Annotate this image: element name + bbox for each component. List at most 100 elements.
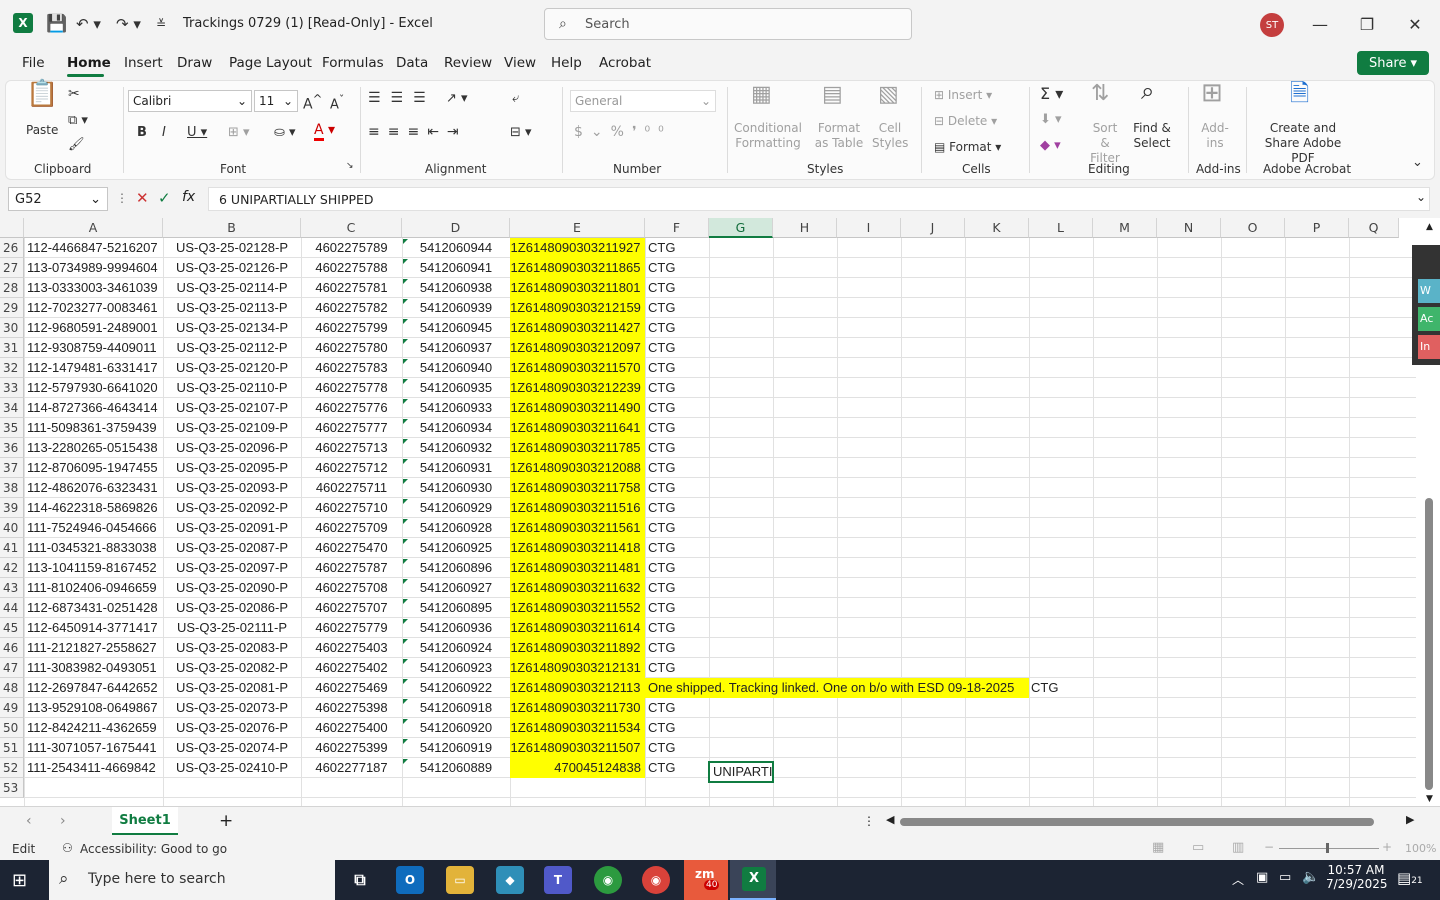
cell-e[interactable]: 1Z6148090303211516 [510, 498, 645, 518]
cell-e[interactable]: 1Z6148090303211614 [510, 618, 645, 638]
cell-a[interactable]: 111-7524946-0454666 [24, 518, 163, 538]
cell-b[interactable]: US-Q3-25-02076-P [163, 718, 301, 738]
cell-d[interactable]: 5412060923 [402, 658, 510, 678]
cell-a[interactable]: 111-5098361-3759439 [24, 418, 163, 438]
cut-icon[interactable]: ✂ [68, 87, 80, 102]
row-header[interactable]: 36 [0, 438, 24, 458]
cell-c[interactable]: 4602277187 [301, 758, 402, 778]
column-header-l[interactable]: L [1029, 218, 1093, 238]
cell-b[interactable]: US-Q3-25-02082-P [163, 658, 301, 678]
delete-cells-button[interactable]: ⊟ Delete ▾ [934, 114, 997, 129]
cell-a[interactable]: 112-6873431-0251428 [24, 598, 163, 618]
cell-a[interactable]: 114-4622318-5869826 [24, 498, 163, 518]
active-cell-g52[interactable]: UNIPARTI [708, 761, 774, 783]
cell-e[interactable]: 1Z6148090303212131 [510, 658, 645, 678]
sort-filter-icon[interactable]: ⇅ [1091, 83, 1109, 105]
zoom-out-icon[interactable]: − [1264, 840, 1274, 854]
cell-b[interactable]: US-Q3-25-02134-P [163, 318, 301, 338]
cell-f[interactable]: CTG [645, 558, 709, 578]
tab-draw[interactable]: Draw [177, 55, 212, 71]
scroll-up-icon[interactable]: ▲ [1426, 222, 1433, 232]
normal-view-icon[interactable]: ▦ [1152, 840, 1164, 855]
adobe-pdf-icon[interactable]: 🗎 [1290, 81, 1309, 105]
cell-c[interactable]: 4602275788 [301, 258, 402, 278]
row-header[interactable]: 38 [0, 478, 24, 498]
cell-f[interactable]: CTG [645, 358, 709, 378]
zoom-in-icon[interactable]: + [1382, 840, 1392, 854]
cell-a[interactable]: 112-4466847-5216207 [24, 238, 163, 258]
cell-b[interactable]: US-Q3-25-02083-P [163, 638, 301, 658]
row-header[interactable]: 39 [0, 498, 24, 518]
row-header[interactable]: 46 [0, 638, 24, 658]
cell-a[interactable] [24, 778, 163, 798]
cell-d[interactable]: 5412060924 [402, 638, 510, 658]
cell-c[interactable]: 4602275400 [301, 718, 402, 738]
cell-f[interactable]: CTG [645, 338, 709, 358]
cell-b[interactable]: US-Q3-25-02097-P [163, 558, 301, 578]
cell-l[interactable]: CTG [1031, 678, 1091, 698]
cell-c[interactable]: 4602275712 [301, 458, 402, 478]
cell-a[interactable]: 113-9529108-0649867 [24, 698, 163, 718]
cell-a[interactable]: 111-0345321-8833038 [24, 538, 163, 558]
cell-f[interactable]: CTG [645, 398, 709, 418]
cell-a[interactable]: 112-6450914-3771417 [24, 618, 163, 638]
cell-c[interactable]: 4602275799 [301, 318, 402, 338]
cell-d[interactable]: 5412060930 [402, 478, 510, 498]
clock[interactable]: 10:57 AM 7/29/2025 [1326, 863, 1388, 891]
tab-review[interactable]: Review [444, 55, 492, 71]
tab-formulas[interactable]: Formulas [322, 55, 384, 71]
paste-button[interactable]: Paste [26, 123, 58, 138]
row-header[interactable]: 49 [0, 698, 24, 718]
cell-c[interactable]: 4602275781 [301, 278, 402, 298]
cell-f[interactable]: CTG [645, 238, 709, 258]
add-ins-icon[interactable]: ⊞ [1201, 80, 1223, 106]
zoom-slider[interactable] [1279, 848, 1379, 849]
cell-d[interactable]: 5412060932 [402, 438, 510, 458]
row-header[interactable]: 32 [0, 358, 24, 378]
cell-d[interactable]: 5412060925 [402, 538, 510, 558]
add-sheet-icon[interactable]: + [219, 811, 233, 831]
teams-icon[interactable]: T [544, 866, 572, 894]
cell-d[interactable]: 5412060895 [402, 598, 510, 618]
cell-f[interactable]: CTG [645, 258, 709, 278]
cell-b[interactable]: US-Q3-25-02081-P [163, 678, 301, 698]
row-header[interactable]: 47 [0, 658, 24, 678]
paste-icon[interactable]: 📋 [26, 81, 58, 121]
cell-c[interactable]: 4602275469 [301, 678, 402, 698]
column-header-c[interactable]: C [301, 218, 402, 238]
format-as-table-icon[interactable]: ▤ [822, 84, 843, 106]
cell-e[interactable]: 1Z6148090303212113 [510, 678, 645, 698]
cell-a[interactable]: 114-8727366-4643414 [24, 398, 163, 418]
font-name-select[interactable]: Calibri ⌄ [128, 90, 252, 112]
column-header-p[interactable]: P [1285, 218, 1349, 238]
undo-icon[interactable]: ↶ ▾ [76, 12, 101, 36]
cell-c[interactable]: 4602275787 [301, 558, 402, 578]
cell-f[interactable]: CTG [645, 538, 709, 558]
cell-a[interactable]: 112-5797930-6641020 [24, 378, 163, 398]
bold-icon[interactable]: B [137, 125, 147, 140]
cell-a[interactable]: 113-0333003-3461039 [24, 278, 163, 298]
cell-f[interactable]: CTG [645, 458, 709, 478]
borders-icon[interactable]: ⊞ ▾ [228, 125, 250, 140]
cell-b[interactable]: US-Q3-25-02110-P [163, 378, 301, 398]
cell-a[interactable]: 112-9308759-4409011 [24, 338, 163, 358]
cell-c[interactable]: 4602275711 [301, 478, 402, 498]
prev-sheet-icon[interactable]: ‹ [26, 813, 32, 829]
cell-d[interactable]: 5412060934 [402, 418, 510, 438]
cell-a[interactable]: 112-8424211-4362659 [24, 718, 163, 738]
cell-e[interactable]: 1Z6148090303211561 [510, 518, 645, 538]
column-header-i[interactable]: I [837, 218, 901, 238]
cell-c[interactable]: 4602275777 [301, 418, 402, 438]
cell-e[interactable]: 1Z6148090303211641 [510, 418, 645, 438]
scroll-left-icon[interactable]: ◀ [886, 813, 894, 826]
column-header-g[interactable]: G [709, 218, 773, 238]
cell-a[interactable]: 112-1479481-6331417 [24, 358, 163, 378]
cell-c[interactable]: 4602275789 [301, 238, 402, 258]
cell-c[interactable]: 4602275402 [301, 658, 402, 678]
enter-icon[interactable]: ✓ [158, 189, 171, 207]
cell-a[interactable]: 113-1041159-8167452 [24, 558, 163, 578]
cell-e[interactable]: 1Z6148090303212097 [510, 338, 645, 358]
search-input[interactable]: ⌕ Search [544, 8, 912, 40]
column-header-d[interactable]: D [402, 218, 510, 238]
cell-a[interactable]: 111-8102406-0946659 [24, 578, 163, 598]
